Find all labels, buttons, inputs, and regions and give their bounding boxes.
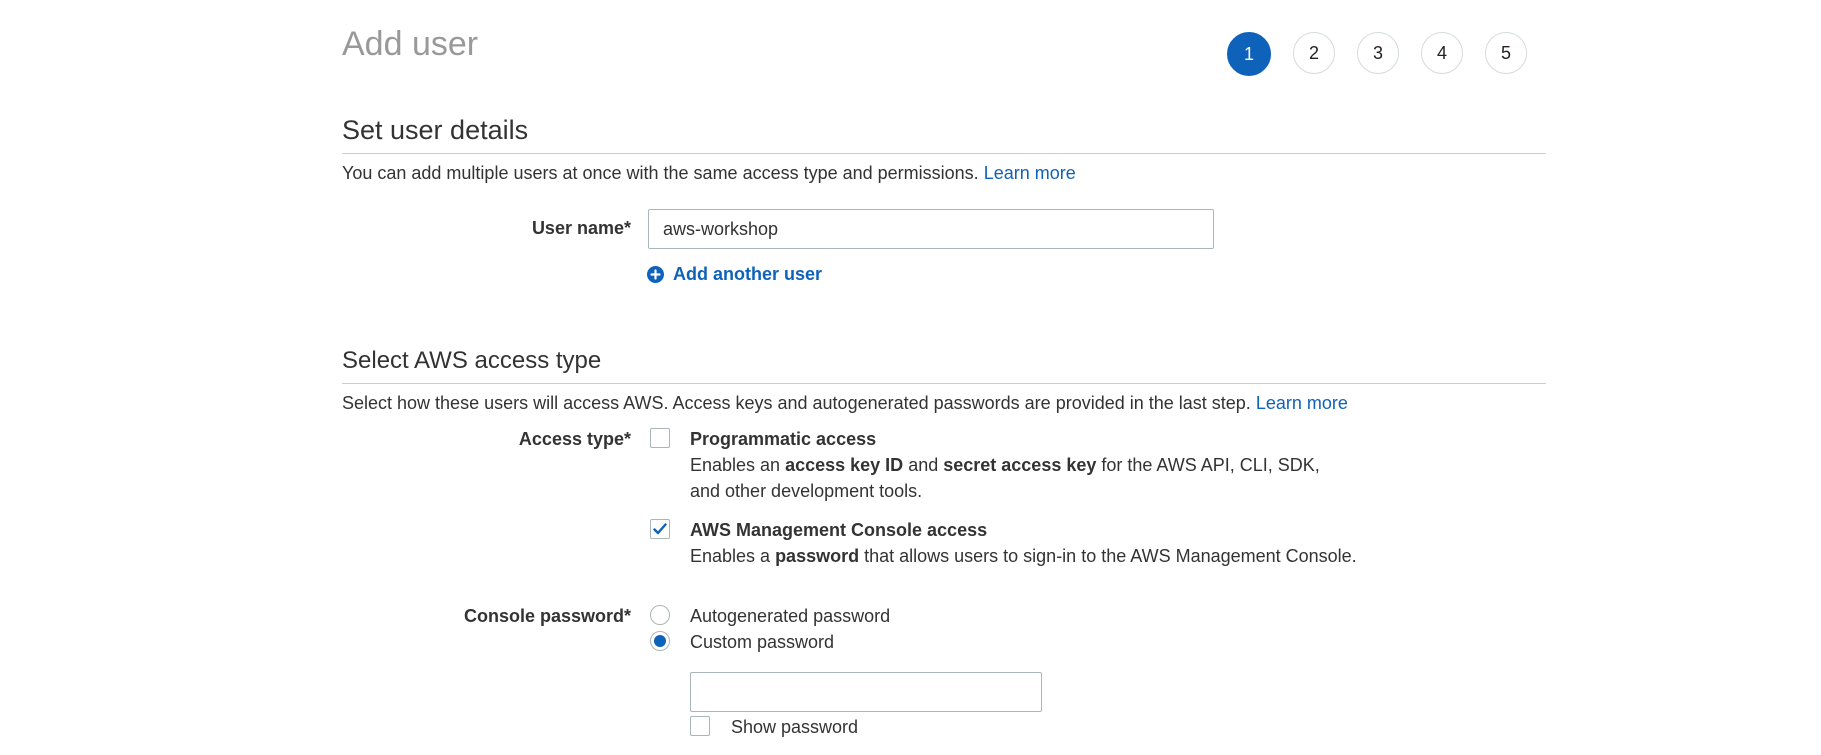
show-password-label: Show password xyxy=(731,717,859,737)
step-4[interactable]: 4 xyxy=(1421,32,1463,74)
access-type-heading: Select AWS access type xyxy=(342,347,602,374)
desc-text: that allows users to sign-in to the AWS … xyxy=(859,546,1357,566)
username-label: User name* xyxy=(531,218,631,238)
desc-text: and xyxy=(903,455,944,475)
desc-bold: password xyxy=(775,546,860,566)
plus-circle-icon xyxy=(647,266,664,283)
autogenerated-password-radio[interactable] xyxy=(650,605,670,625)
learn-more-link[interactable]: Learn more xyxy=(984,163,1076,183)
add-another-user-label: Add another user xyxy=(673,264,823,284)
section-divider xyxy=(342,383,1546,384)
step-2[interactable]: 2 xyxy=(1293,32,1335,74)
programmatic-access-checkbox[interactable] xyxy=(650,428,670,448)
access-type-label: Access type* xyxy=(518,429,631,449)
set-user-details-heading: Set user details xyxy=(342,115,529,145)
access-type-description-text: Select how these users will access AWS. … xyxy=(342,393,1251,413)
username-input[interactable] xyxy=(648,209,1214,249)
custom-password-label: Custom password xyxy=(690,632,835,652)
desc-bold: secret access key xyxy=(943,455,1097,475)
user-details-description-text: You can add multiple users at once with … xyxy=(342,163,979,183)
console-access-title: AWS Management Console access xyxy=(690,520,988,540)
programmatic-access-title: Programmatic access xyxy=(690,429,877,449)
user-details-description: You can add multiple users at once with … xyxy=(342,161,1076,185)
wizard-steps: 1 2 3 4 5 xyxy=(1227,32,1549,76)
console-password-label: Console password* xyxy=(463,606,631,626)
add-user-page: Add user 1 2 3 4 5 Set user details You … xyxy=(0,0,1821,755)
add-another-user-button[interactable]: Add another user xyxy=(647,264,822,285)
console-access-checkbox[interactable] xyxy=(650,519,670,539)
step-3[interactable]: 3 xyxy=(1357,32,1399,74)
programmatic-access-description: Enables an access key ID and secret acce… xyxy=(690,452,1350,504)
step-5[interactable]: 5 xyxy=(1485,32,1527,74)
desc-bold: access key ID xyxy=(785,455,904,475)
custom-password-input[interactable] xyxy=(690,672,1042,712)
learn-more-link[interactable]: Learn more xyxy=(1256,393,1348,413)
show-password-checkbox[interactable] xyxy=(690,716,710,736)
custom-password-radio[interactable] xyxy=(650,631,670,651)
page-title: Add user xyxy=(342,25,479,63)
autogenerated-password-label: Autogenerated password xyxy=(690,606,891,626)
access-type-description: Select how these users will access AWS. … xyxy=(342,391,1348,415)
checkmark-icon xyxy=(653,523,667,535)
section-divider xyxy=(342,153,1546,154)
step-1[interactable]: 1 xyxy=(1227,32,1271,76)
desc-text: Enables an xyxy=(690,455,786,475)
radio-selected-dot xyxy=(654,635,666,647)
desc-text: Enables a xyxy=(690,546,776,566)
console-access-description: Enables a password that allows users to … xyxy=(690,543,1410,569)
